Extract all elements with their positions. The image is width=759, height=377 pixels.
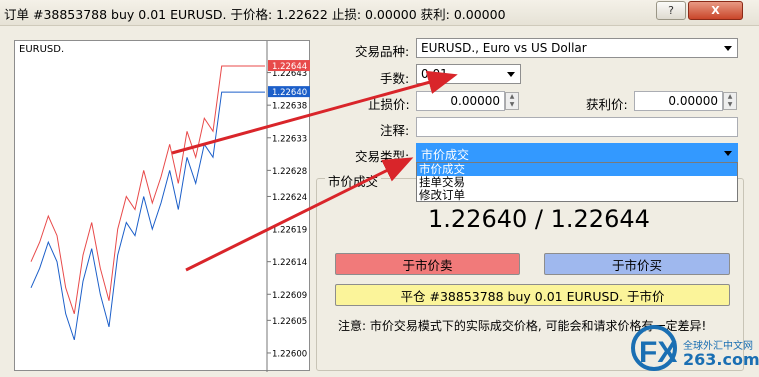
close-button[interactable]: X [688,1,743,20]
y-tick-label: 1.22619 [272,226,307,236]
chevron-down-icon [724,151,732,156]
stop-loss-label: 止损价: [368,97,410,112]
svg-text:FX: FX [639,336,677,369]
take-profit-label: 获利价: [586,97,628,112]
close-position-button[interactable]: 平仓 #38853788 buy 0.01 EURUSD. 于市价 [335,284,730,306]
y-tick-label: 1.22614 [272,258,307,268]
stop-loss-input[interactable]: 0.00000 [416,91,505,111]
spin-down-icon: ▼ [509,101,515,108]
chart-canvas: 1.226431.226381.226331.226281.226241.226… [30,41,310,372]
y-tick-label: 1.22638 [272,102,307,112]
ask-price: 1.22644 [550,205,650,233]
order-type-option[interactable]: 挂单交易 [417,176,737,189]
order-type-select-value: 市价成交 [421,148,470,162]
take-profit-input[interactable]: 0.00000 [634,91,723,111]
quote-display: 1.22640 / 1.22644 [428,205,650,233]
bid-price-tag-label: 1.22640 [272,88,307,98]
stop-loss-spinner[interactable]: ▲ ▼ [505,92,519,110]
volume-select-value: 0.01 [421,67,448,81]
y-tick-label: 1.22605 [272,317,307,327]
price-separator: / [534,205,543,233]
symbol-select[interactable]: EURUSD., Euro vs US Dollar [416,38,738,58]
order-type-option[interactable]: 市价成交 [417,163,737,176]
chevron-down-icon [724,46,732,51]
symbol-label: 交易品种: [355,44,410,59]
take-profit-spinner[interactable]: ▲ ▼ [723,92,737,110]
help-button[interactable]: ? [656,1,686,20]
ask-line [30,65,265,314]
price-chart: EURUSD. 1.22643 1.22638 1.22633 1.22628 1.22… [14,40,310,372]
buy-button[interactable]: 于市价买 [544,253,730,275]
spin-up-icon: ▲ [509,93,515,100]
spin-down-icon: ▼ [727,101,733,108]
bid-price: 1.22640 [428,205,528,233]
order-type-select[interactable]: 市价成交 [416,143,738,163]
watermark-domain: 263.com [683,350,759,369]
y-tick-label: 1.22628 [272,167,307,177]
comment-label: 注释: [380,123,410,138]
bid-line [30,91,265,341]
execution-group-title: 市价成交 [325,171,382,190]
y-tick-label: 1.22624 [272,193,307,203]
y-tick-label: 1.22633 [272,134,307,144]
y-tick-label: 1.22609 [272,291,307,301]
order-type-option[interactable]: 修改订单 [417,189,737,202]
volume-select[interactable]: 0.01 [416,64,521,84]
chevron-down-icon [507,72,515,77]
title-bar: 订单 #38853788 buy 0.01 EURUSD. 于价格: 1.226… [0,0,759,26]
sell-button[interactable]: 于市价卖 [335,253,520,275]
spin-up-icon: ▲ [727,93,733,100]
y-tick-label: 1.22600 [272,349,307,359]
ask-price-tag-label: 1.22644 [272,62,307,72]
comment-input[interactable] [416,117,738,137]
volume-label: 手数: [380,71,410,86]
order-type-dropdown: 市价成交 挂单交易 修改订单 [416,162,738,202]
window-title: 订单 #38853788 buy 0.01 EURUSD. 于价格: 1.226… [4,7,506,22]
symbol-select-value: EURUSD., Euro vs US Dollar [421,41,587,55]
order-type-label: 交易类型: [355,149,410,164]
